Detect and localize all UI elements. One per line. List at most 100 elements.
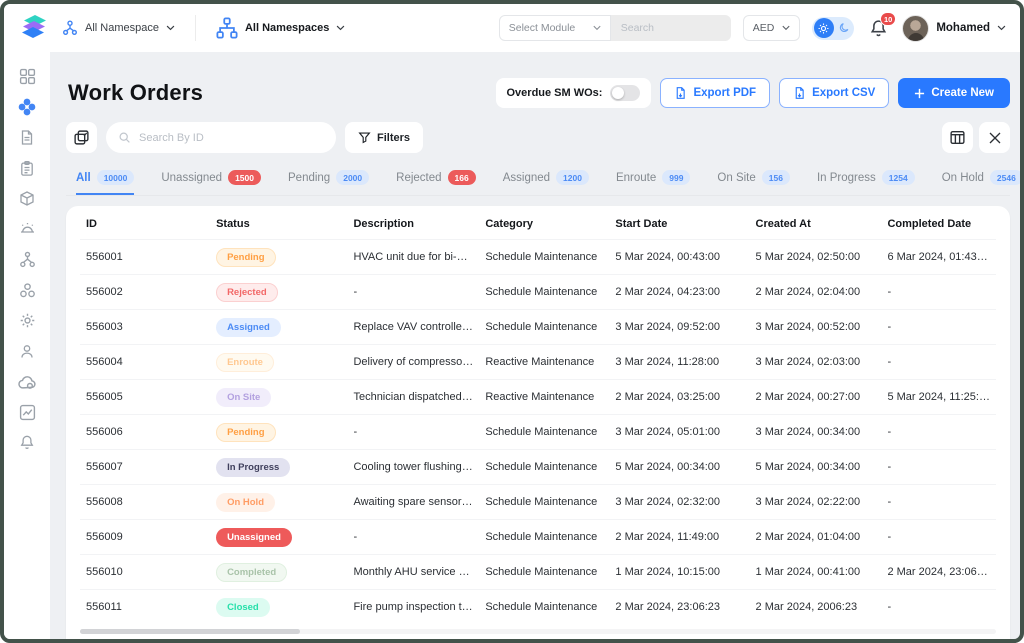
module-select[interactable]: Select Module	[499, 15, 611, 41]
app-window: All Namespace All Namespaces Select Modu…	[0, 0, 1024, 643]
sidebar-item-documents[interactable]	[15, 129, 39, 146]
sidebar-item-checklist[interactable]	[15, 160, 39, 177]
bulk-select-button[interactable]	[66, 122, 97, 153]
table-row[interactable]: 556001 Pending HVAC unit due for bi-ann……	[80, 240, 996, 275]
tab-count-badge: 2000	[336, 170, 369, 185]
close-panel-button[interactable]	[979, 122, 1010, 153]
tab-on-site[interactable]: On Site 156	[717, 170, 790, 195]
currency-select[interactable]: AED	[743, 15, 801, 41]
column-header-status: Status	[210, 206, 347, 240]
main-content: Work Orders Overdue SM WOs: Export PDF	[50, 52, 1020, 639]
status-badge: In Progress	[216, 458, 290, 477]
chevron-down-icon	[782, 25, 790, 31]
work-orders-icon	[18, 98, 36, 116]
sidebar-item-users[interactable]	[15, 343, 39, 360]
status-tabs: All 10000 Unassigned 1500 Pending 2000 R…	[66, 170, 1010, 196]
tab-rejected[interactable]: Rejected 166	[396, 170, 476, 195]
user-menu[interactable]: Mohamed	[902, 15, 1006, 42]
tab-on-hold[interactable]: On Hold 2546	[942, 170, 1020, 195]
column-header-start-date: Start Date	[609, 206, 749, 240]
sidebar-item-hierarchy[interactable]	[15, 251, 39, 268]
filters-button[interactable]: Filters	[345, 122, 423, 153]
column-header-description: Description	[347, 206, 479, 240]
sidebar-item-alerts[interactable]	[15, 221, 39, 238]
tab-count-badge: 1200	[556, 170, 589, 185]
tab-unassigned[interactable]: Unassigned 1500	[161, 170, 261, 195]
hierarchy-icon	[216, 17, 238, 39]
export-pdf-button[interactable]: Export PDF	[660, 78, 770, 108]
sidebar-item-settings[interactable]	[15, 312, 39, 329]
tab-all[interactable]: All 10000	[76, 170, 134, 195]
sun-icon	[814, 18, 834, 38]
table-row[interactable]: 556008 On Hold Awaiting spare sensor for…	[80, 485, 996, 520]
table-row[interactable]: 556002 Rejected - Schedule Maintenance 2…	[80, 275, 996, 310]
table-row[interactable]: 556006 Pending - Schedule Maintenance 3 …	[80, 415, 996, 450]
table-search	[106, 122, 336, 153]
status-badge: Enroute	[216, 353, 274, 372]
namespace-selector-primary[interactable]: All Namespace	[62, 20, 175, 36]
sidebar-item-notifications[interactable]	[15, 434, 39, 451]
tab-count-badge: 166	[448, 170, 476, 185]
gear-icon	[19, 312, 36, 329]
horizontal-scrollbar	[80, 629, 996, 634]
sidebar-item-analytics[interactable]	[15, 404, 39, 421]
create-new-button[interactable]: Create New	[898, 78, 1010, 108]
currency-value: AED	[753, 22, 775, 34]
sidebar-item-work-orders[interactable]	[15, 99, 39, 116]
sidebar	[4, 52, 50, 639]
table-row[interactable]: 556005 On Site Technician dispatched for…	[80, 380, 996, 415]
table-header-row: ID Status Description Category Start Dat…	[80, 206, 996, 240]
tab-pending[interactable]: Pending 2000	[288, 170, 369, 195]
tab-in-progress[interactable]: In Progress 1254	[817, 170, 915, 195]
top-navbar: All Namespace All Namespaces Select Modu…	[4, 4, 1020, 52]
table-row[interactable]: 556009 Unassigned - Schedule Maintenance…	[80, 520, 996, 555]
funnel-icon	[358, 131, 371, 144]
app-logo-icon[interactable]	[18, 13, 50, 43]
copy-check-icon	[73, 129, 90, 146]
group-gears-icon	[19, 282, 36, 299]
sidebar-item-dashboard[interactable]	[15, 68, 39, 85]
overdue-toggle-label: Overdue SM WOs:	[507, 87, 603, 99]
sidebar-item-cloud-sync[interactable]	[15, 373, 39, 390]
notifications-button[interactable]: 10	[866, 16, 890, 40]
file-icon	[674, 86, 687, 100]
export-csv-button[interactable]: Export CSV	[779, 78, 889, 108]
table-row[interactable]: 556004 Enroute Delivery of compressor oi…	[80, 345, 996, 380]
bell-icon	[19, 434, 35, 451]
table-row[interactable]: 556007 In Progress Cooling tower flushin…	[80, 450, 996, 485]
sidebar-item-inventory[interactable]	[15, 190, 39, 207]
table-row[interactable]: 556003 Assigned Replace VAV controller i…	[80, 310, 996, 345]
columns-button[interactable]	[942, 122, 973, 153]
overdue-toggle[interactable]	[610, 85, 640, 101]
tab-enroute[interactable]: Enroute 999	[616, 170, 690, 195]
chevron-down-icon	[166, 25, 175, 31]
namespace-primary-label: All Namespace	[85, 22, 159, 34]
column-header-id: ID	[80, 206, 210, 240]
document-icon	[19, 129, 35, 146]
global-search-input[interactable]	[611, 15, 731, 41]
status-badge: Unassigned	[216, 528, 292, 547]
table-row[interactable]: 556011 Closed Fire pump inspection tick……	[80, 590, 996, 625]
tab-assigned[interactable]: Assigned 1200	[503, 170, 589, 195]
chevron-down-icon	[336, 25, 345, 31]
work-orders-table-card: ID Status Description Category Start Dat…	[66, 206, 1010, 639]
org-chart-icon	[19, 251, 36, 268]
columns-icon	[949, 129, 966, 146]
avatar	[902, 15, 929, 42]
tab-count-badge: 999	[662, 170, 690, 185]
namespace-selector-secondary[interactable]: All Namespaces	[216, 17, 345, 39]
alarm-icon	[19, 221, 36, 237]
tab-count-badge: 156	[762, 170, 790, 185]
search-by-id-input[interactable]	[139, 132, 324, 144]
tab-count-badge: 1500	[228, 170, 261, 185]
user-icon	[19, 343, 35, 360]
theme-toggle[interactable]	[812, 17, 854, 40]
sidebar-item-teams[interactable]	[15, 282, 39, 299]
dashboard-icon	[19, 68, 36, 85]
close-icon	[988, 131, 1002, 145]
module-search-group: Select Module	[499, 15, 731, 41]
overdue-toggle-group: Overdue SM WOs:	[496, 78, 652, 108]
column-header-created-at: Created At	[750, 206, 882, 240]
table-row[interactable]: 556010 Completed Monthly AHU service com…	[80, 555, 996, 590]
horizontal-scrollbar-thumb[interactable]	[80, 629, 300, 634]
